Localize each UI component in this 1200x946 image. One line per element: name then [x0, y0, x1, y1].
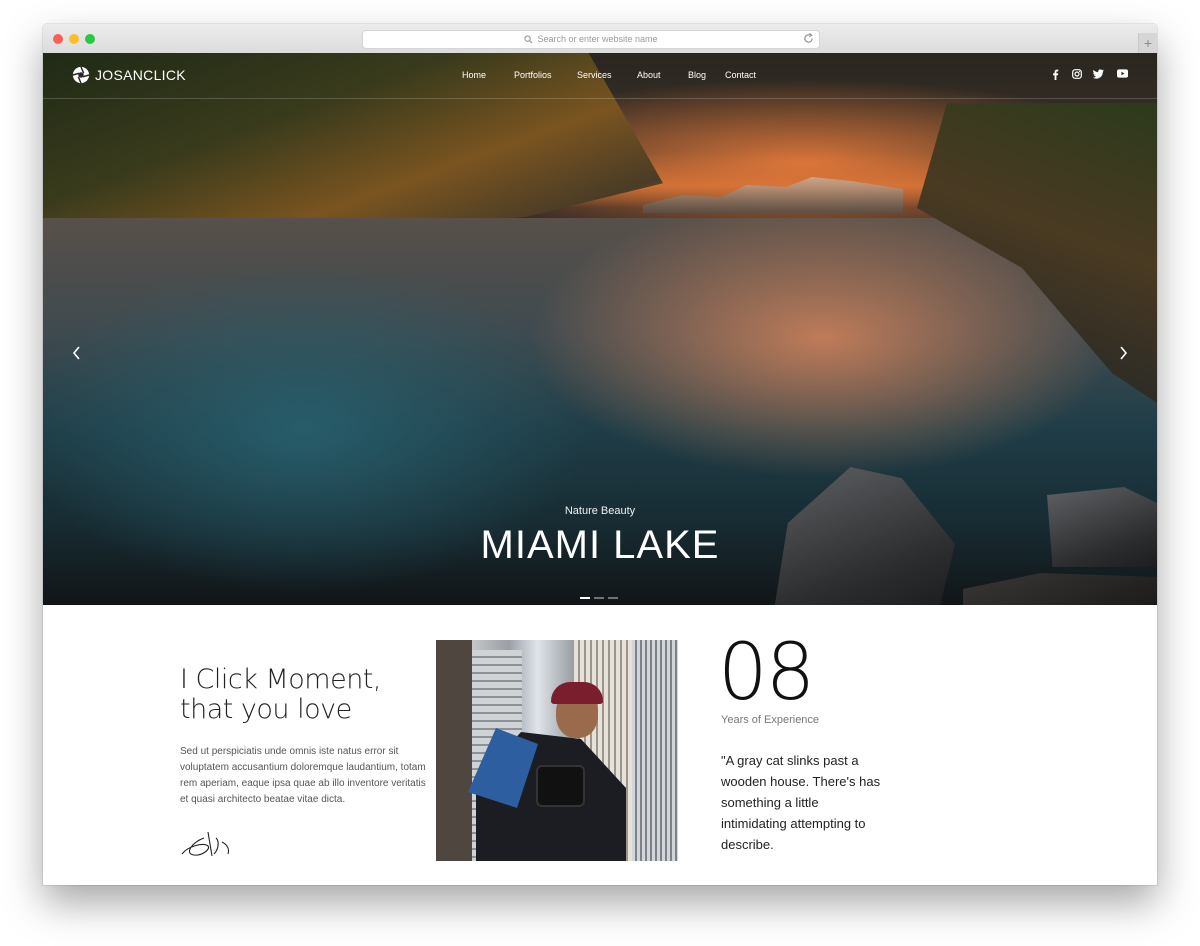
youtube-icon[interactable]: [1117, 69, 1128, 78]
slider-dot[interactable]: [580, 597, 590, 599]
search-icon: [524, 35, 533, 44]
photographer-photo: [436, 640, 678, 861]
nav-about[interactable]: About: [637, 70, 661, 80]
hero-subtitle: Nature Beauty: [564, 505, 636, 517]
nav-portfolios[interactable]: Portfolios: [514, 70, 552, 80]
signature-icon: [181, 831, 230, 857]
quote-text: "A gray cat slinks past a wooden house. …: [721, 753, 881, 852]
twitter-icon[interactable]: [1093, 69, 1104, 79]
nav-services[interactable]: Services: [577, 70, 612, 80]
address-bar-placeholder: Search or enter website name: [537, 34, 658, 44]
camera-icon: [536, 765, 585, 807]
years-number: 08: [718, 628, 815, 718]
nav-contact[interactable]: Contact: [725, 70, 756, 80]
photo-cap: [551, 682, 603, 704]
years-label: Years of Experience: [721, 714, 820, 726]
slider-dot[interactable]: [608, 597, 618, 599]
nav-home[interactable]: Home: [462, 70, 486, 80]
facebook-icon[interactable]: [1052, 69, 1059, 80]
main-nav: Home Portfolios Services About Blog Cont…: [43, 53, 1157, 98]
hero-bg-village: [643, 177, 903, 213]
instagram-icon[interactable]: [1072, 69, 1082, 79]
nav-blog[interactable]: Blog: [688, 70, 706, 80]
close-window-button[interactable]: [53, 34, 63, 44]
reload-icon[interactable]: [803, 33, 814, 44]
slider-next-arrow-icon[interactable]: [1117, 346, 1129, 360]
nav-divider: [43, 98, 1157, 99]
about-body-text: Sed ut perspiciatis unde omnis iste natu…: [180, 746, 426, 805]
browser-titlebar: Search or enter website name +: [43, 24, 1157, 54]
about-title: I Click Moment, that you love: [180, 664, 381, 725]
address-bar[interactable]: Search or enter website name: [362, 30, 820, 49]
photo-building: [632, 640, 678, 861]
slider-dots: [580, 597, 618, 599]
minimize-window-button[interactable]: [69, 34, 79, 44]
hero-slider: JOSANCLICK Home Portfolios Services Abou…: [43, 53, 1157, 605]
hero-title: MIAMI LAKE: [480, 523, 720, 567]
zoom-window-button[interactable]: [85, 34, 95, 44]
photo-building: [436, 640, 472, 861]
new-tab-button[interactable]: +: [1138, 33, 1157, 53]
slider-prev-arrow-icon[interactable]: [71, 346, 83, 360]
slider-dot[interactable]: [594, 597, 604, 599]
